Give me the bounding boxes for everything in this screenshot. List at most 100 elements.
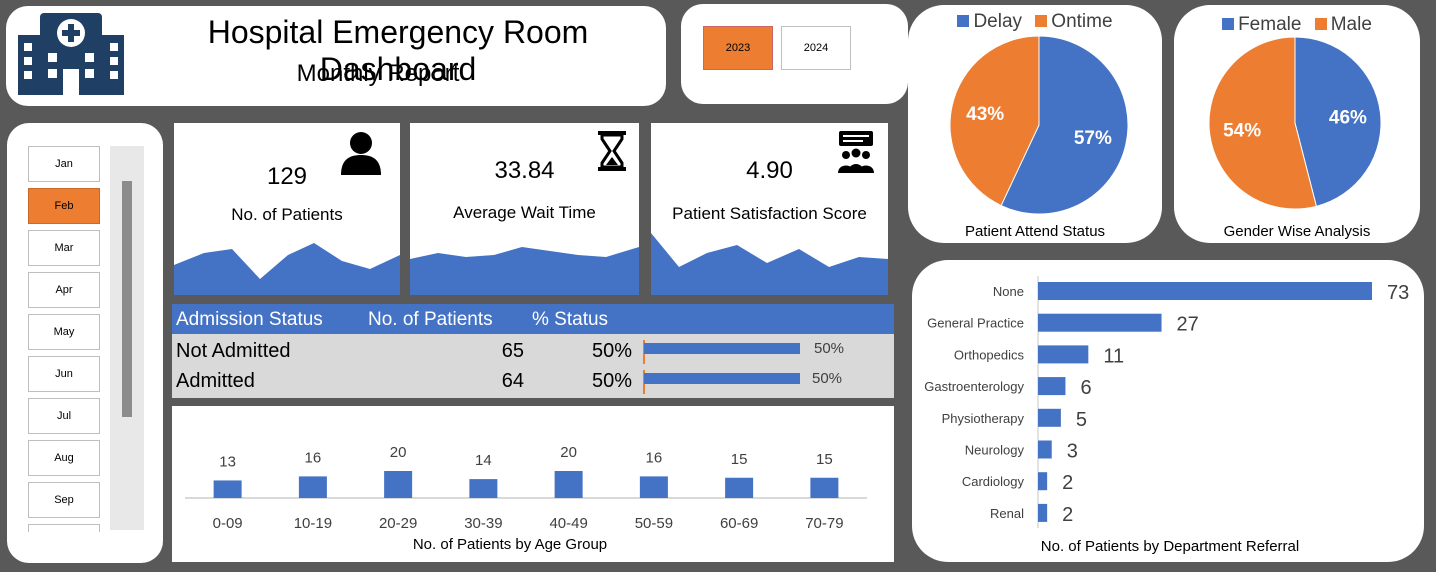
data-bar bbox=[644, 373, 800, 384]
x-tick-label: 60-69 bbox=[720, 515, 758, 532]
month-button-jan[interactable]: Jan bbox=[28, 146, 100, 182]
month-button-aug[interactable]: Aug bbox=[28, 440, 100, 476]
x-tick-label: 0-09 bbox=[213, 515, 243, 532]
bar bbox=[1038, 377, 1066, 396]
legend-label: Ontime bbox=[1051, 11, 1113, 32]
age-group-chart-card: 13 0-09 16 10-19 20 20-29 14 30-39 20 40-49 16 50-5… bbox=[172, 406, 894, 562]
row-status: Not Admitted bbox=[176, 340, 291, 362]
pie-data-label: 43% bbox=[966, 104, 1004, 125]
bar bbox=[1038, 472, 1048, 491]
kpi-value: 129 bbox=[266, 163, 308, 190]
bar-data-label: 16 bbox=[305, 449, 322, 466]
bar bbox=[810, 477, 839, 498]
bar-data-label: 20 bbox=[390, 444, 407, 461]
year-button-2023[interactable]: 2023 bbox=[703, 26, 773, 70]
chart-legend: Delay Ontime bbox=[908, 11, 1162, 33]
month-button-mar[interactable]: Mar bbox=[28, 230, 100, 266]
x-tick-label: 70-79 bbox=[805, 515, 843, 532]
bar-data-label: 2 bbox=[1062, 504, 1073, 526]
row-patients: 65 bbox=[501, 340, 524, 362]
bar-data-label: 27 bbox=[1177, 314, 1199, 336]
bar-data-label: 16 bbox=[646, 449, 663, 466]
pie-chart: 57% 43% bbox=[949, 35, 1129, 215]
y-tick-label: General Practice bbox=[927, 316, 1024, 331]
year-slicer: 2023 2024 bbox=[681, 4, 908, 104]
y-tick-label: Gastroenterology bbox=[924, 379, 1024, 394]
legend-swatch bbox=[1035, 15, 1048, 27]
kpi-value: 33.84 bbox=[494, 157, 555, 184]
row-status: Admitted bbox=[176, 370, 255, 392]
kpi-card-wait-time: 33.84 Average Wait Time bbox=[410, 123, 639, 295]
dashboard-header: Hospital Emergency Room Dashboard Monthl… bbox=[6, 6, 666, 106]
dashboard-subtitle: Monthly Report bbox=[296, 60, 460, 87]
y-tick-label: None bbox=[993, 284, 1024, 299]
month-button-apr[interactable]: Apr bbox=[28, 272, 100, 308]
bar bbox=[1038, 440, 1052, 459]
kpi-label: Average Wait Time bbox=[453, 203, 596, 222]
chart-title: Gender Wise Analysis bbox=[1223, 223, 1371, 240]
bar bbox=[1038, 503, 1048, 522]
column-header-patients: No. of Patients bbox=[368, 309, 493, 330]
department-bar-chart: None 73 General Practice 27 Orthopedics 11 Gas… bbox=[924, 276, 1409, 528]
month-scrollbar-thumb[interactable] bbox=[122, 181, 132, 417]
bar bbox=[725, 477, 754, 498]
bar-data-label: 2 bbox=[1062, 472, 1073, 494]
month-button-feb[interactable]: Feb bbox=[28, 188, 100, 224]
month-scrollbar[interactable] bbox=[110, 146, 144, 530]
legend-label: Delay bbox=[973, 11, 1023, 32]
legend-label: Female bbox=[1238, 14, 1302, 35]
pie-data-label: 54% bbox=[1223, 121, 1261, 142]
x-tick-label: 10-19 bbox=[294, 515, 332, 532]
table-row: Not Admitted 65 50% 50% bbox=[172, 338, 894, 368]
row-pct: 50% bbox=[591, 340, 632, 362]
bar bbox=[639, 476, 668, 498]
month-button-may[interactable]: May bbox=[28, 314, 100, 350]
legend-label: Male bbox=[1330, 14, 1372, 35]
bar-data-label: 6 bbox=[1080, 377, 1091, 399]
chart-title: No. of Patients by Department Referral bbox=[1040, 538, 1300, 555]
month-button-jul[interactable]: Jul bbox=[28, 398, 100, 434]
column-header-status: Admission Status bbox=[176, 309, 323, 330]
column-header-pct: % Status bbox=[532, 309, 609, 330]
y-tick-label: Neurology bbox=[965, 443, 1025, 458]
y-tick-label: Renal bbox=[990, 506, 1024, 521]
table-row: Admitted 64 50% 50% bbox=[172, 368, 894, 398]
bar-data-label: 13 bbox=[219, 453, 236, 470]
admission-status-table: Admission Status No. of Patients % Statu… bbox=[172, 304, 894, 398]
bar-data-label: 15 bbox=[731, 451, 748, 468]
bar bbox=[1038, 313, 1162, 332]
month-button-sep[interactable]: Sep bbox=[28, 482, 100, 518]
data-bar-label: 50% bbox=[814, 340, 845, 357]
table-header-row: Admission Status No. of Patients % Statu… bbox=[172, 304, 894, 334]
legend-swatch bbox=[1222, 18, 1235, 30]
pie-chart: 46% 54% bbox=[1208, 36, 1382, 210]
kpi-value: 4.90 bbox=[746, 157, 793, 184]
kpi-card-patients: 129 No. of Patients bbox=[174, 123, 400, 295]
month-button-partial[interactable] bbox=[28, 524, 100, 532]
bar bbox=[384, 471, 413, 498]
bar-data-label: 5 bbox=[1076, 409, 1087, 431]
y-tick-label: Orthopedics bbox=[954, 347, 1025, 362]
month-button-jun[interactable]: Jun bbox=[28, 356, 100, 392]
bar-data-label: 15 bbox=[816, 451, 833, 468]
bar-data-label: 73 bbox=[1387, 282, 1409, 304]
bar-data-label: 14 bbox=[475, 452, 492, 469]
bar bbox=[469, 479, 498, 498]
data-bar-label: 50% bbox=[812, 370, 843, 387]
x-tick-label: 30-39 bbox=[464, 515, 502, 532]
data-bar bbox=[644, 343, 800, 354]
bar bbox=[554, 471, 583, 498]
bar bbox=[1038, 345, 1089, 364]
bar-data-label: 11 bbox=[1103, 345, 1124, 367]
chart-title: No. of Patients by Age Group bbox=[412, 536, 608, 553]
x-tick-label: 40-49 bbox=[549, 515, 587, 532]
bar bbox=[1038, 282, 1372, 300]
sparkline-chart bbox=[410, 247, 639, 295]
bar bbox=[1038, 408, 1061, 427]
chart-title: Patient Attend Status bbox=[964, 223, 1106, 240]
legend-swatch bbox=[957, 15, 970, 27]
year-button-2024[interactable]: 2024 bbox=[781, 26, 851, 70]
kpi-label: Patient Satisfaction Score bbox=[672, 204, 867, 223]
bar bbox=[298, 476, 327, 498]
kpi-card-satisfaction: 4.90 Patient Satisfaction Score bbox=[651, 123, 888, 295]
